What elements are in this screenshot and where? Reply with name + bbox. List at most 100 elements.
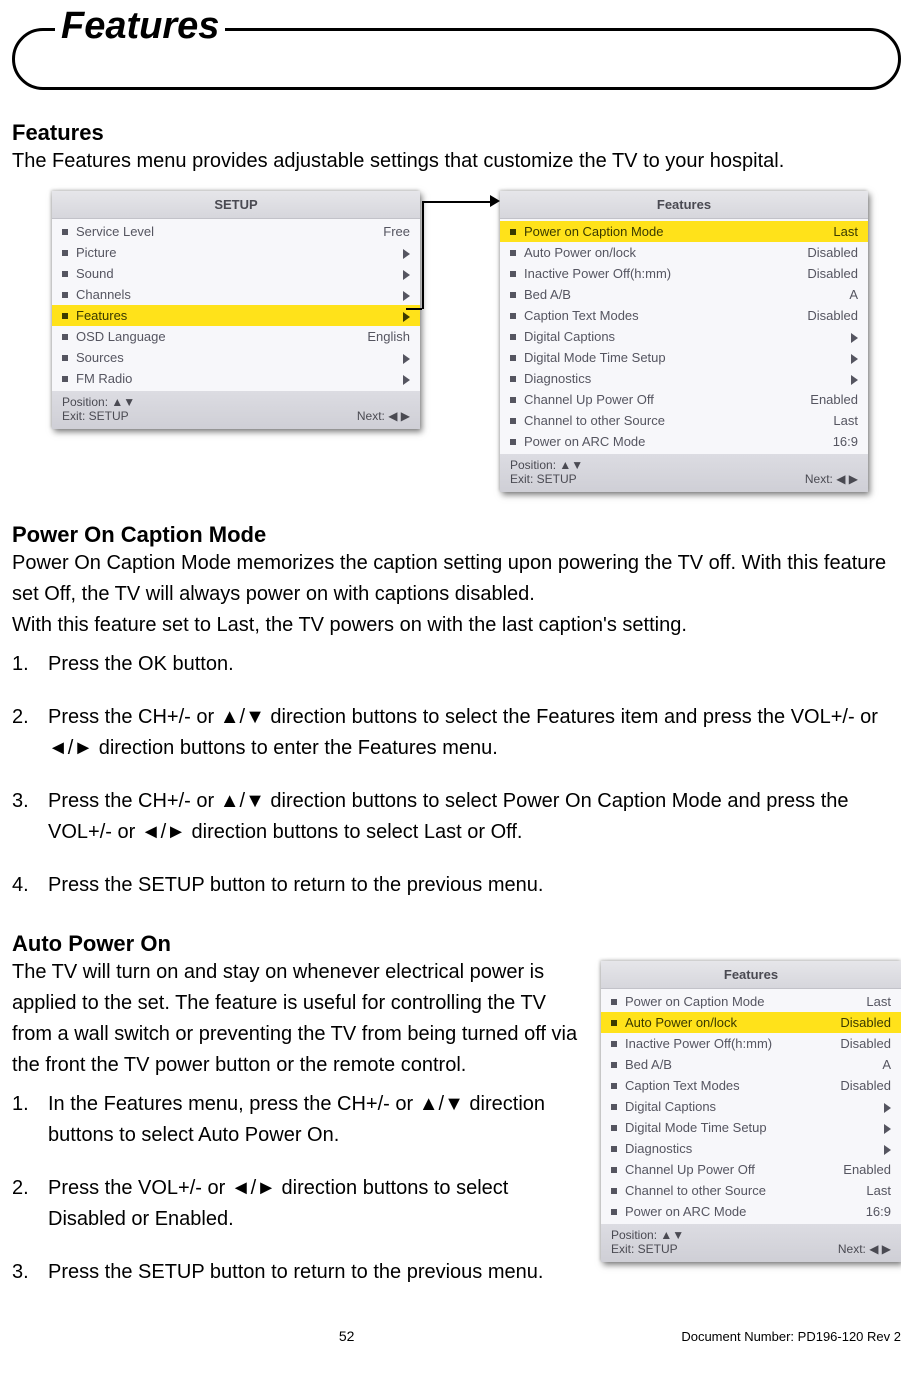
- osd-item: Channel Up Power OffEnabled: [500, 389, 868, 410]
- osd-item-label: Digital Mode Time Setup: [625, 1120, 884, 1135]
- osd-item-value: [884, 1099, 891, 1114]
- osd-item-label: Bed A/B: [625, 1057, 882, 1072]
- osd-item-label: Picture: [76, 245, 403, 260]
- osd-item: Caption Text ModesDisabled: [500, 305, 868, 326]
- chevron-right-icon: [851, 333, 858, 343]
- list-text: Press the SETUP button to return to the …: [48, 1257, 581, 1288]
- osd-item-value: Last: [866, 1183, 891, 1198]
- osd-item-value: A: [849, 287, 858, 302]
- osd-item: Auto Power on/lockDisabled: [500, 242, 868, 263]
- list-text: In the Features menu, press the CH+/- or…: [48, 1089, 581, 1151]
- osd-item-label: Diagnostics: [625, 1141, 884, 1156]
- list-number: 3.: [12, 786, 48, 848]
- osd-item-label: Power on Caption Mode: [625, 994, 866, 1009]
- bullet-icon: [611, 1188, 617, 1194]
- list-number: 2.: [12, 1173, 48, 1235]
- chevron-right-icon: [403, 375, 410, 385]
- bullet-icon: [611, 1146, 617, 1152]
- bullet-icon: [62, 376, 68, 382]
- osd-item-label: Channel to other Source: [625, 1183, 866, 1198]
- osd-item: Channel Up Power OffEnabled: [601, 1159, 901, 1180]
- osd-item: Digital Captions: [601, 1096, 901, 1117]
- osd-item: Digital Mode Time Setup: [601, 1117, 901, 1138]
- osd-item-label: Channels: [76, 287, 403, 302]
- bullet-icon: [62, 271, 68, 277]
- osd-features-list: Power on Caption ModeLastAuto Power on/l…: [601, 989, 901, 1224]
- osd-item: Inactive Power Off(h:mm)Disabled: [601, 1033, 901, 1054]
- bullet-icon: [510, 439, 516, 445]
- osd-item-value: [403, 245, 410, 260]
- page-title: Features: [55, 5, 225, 48]
- osd-item-label: Channel Up Power Off: [625, 1162, 843, 1177]
- osd-item-label: Channel Up Power Off: [524, 392, 810, 407]
- list-text: Press the VOL+/- or ◄/► direction button…: [48, 1173, 581, 1235]
- osd-item-value: Disabled: [807, 266, 858, 281]
- bullet-icon: [62, 355, 68, 361]
- bullet-icon: [611, 1041, 617, 1047]
- list-item: 2. Press the VOL+/- or ◄/► direction but…: [12, 1173, 581, 1235]
- osd-item-value: 16:9: [833, 434, 858, 449]
- chevron-right-icon: [403, 249, 410, 259]
- bullet-icon: [611, 1062, 617, 1068]
- osd-features: Features Power on Caption ModeLastAuto P…: [500, 191, 868, 492]
- section-auto-heading: Auto Power On: [12, 931, 901, 957]
- osd-item: Sound: [52, 263, 420, 284]
- chevron-right-icon: [403, 291, 410, 301]
- bullet-icon: [510, 376, 516, 382]
- osd-item-label: Digital Captions: [625, 1099, 884, 1114]
- osd-footer-position: Position: ▲▼: [62, 395, 135, 409]
- bullet-icon: [510, 313, 516, 319]
- page-footer: 52 Document Number: PD196-120 Rev 2: [12, 1328, 901, 1344]
- bullet-icon: [611, 999, 617, 1005]
- osd-item-value: Disabled: [840, 1015, 891, 1030]
- osd-item-value: A: [882, 1057, 891, 1072]
- bullet-icon: [611, 1104, 617, 1110]
- osd-item-label: Auto Power on/lock: [524, 245, 807, 260]
- osd-item: Auto Power on/lockDisabled: [601, 1012, 901, 1033]
- osd-item-label: OSD Language: [76, 329, 367, 344]
- osd-item-value: [884, 1120, 891, 1135]
- osd-item: Power on ARC Mode16:9: [601, 1201, 901, 1222]
- bullet-icon: [510, 292, 516, 298]
- osd-features-footer: Position: ▲▼ Exit: SETUP Next: ◀ ▶: [500, 454, 868, 492]
- osd-features-footer: Position: ▲▼ Exit: SETUP Next: ◀ ▶: [601, 1224, 901, 1262]
- list-item: 1. In the Features menu, press the CH+/-…: [12, 1089, 581, 1151]
- bullet-icon: [510, 418, 516, 424]
- osd-item-label: Sources: [76, 350, 403, 365]
- list-text: Press the CH+/- or ▲/▼ direction buttons…: [48, 702, 901, 764]
- list-item: 4. Press the SETUP button to return to t…: [12, 870, 901, 901]
- bullet-icon: [510, 355, 516, 361]
- osd-setup-list: Service LevelFreePictureSoundChannelsFea…: [52, 219, 420, 391]
- section-features-heading: Features: [12, 120, 901, 146]
- osd-item: Features: [52, 305, 420, 326]
- osd-item-label: Bed A/B: [524, 287, 849, 302]
- osd-item-value: Disabled: [840, 1036, 891, 1051]
- osd-row: SETUP Service LevelFreePictureSoundChann…: [52, 191, 901, 492]
- list-number: 3.: [12, 1257, 48, 1288]
- osd-item: Channels: [52, 284, 420, 305]
- osd-item: Digital Captions: [500, 326, 868, 347]
- osd-item-value: Disabled: [840, 1078, 891, 1093]
- osd-features-auto: Features Power on Caption ModeLastAuto P…: [601, 961, 901, 1262]
- osd-item: Inactive Power Off(h:mm)Disabled: [500, 263, 868, 284]
- bullet-icon: [62, 229, 68, 235]
- osd-item-value: Last: [866, 994, 891, 1009]
- osd-footer-exit: Exit: SETUP: [510, 472, 577, 486]
- osd-item: Power on Caption ModeLast: [500, 221, 868, 242]
- osd-item-value: Disabled: [807, 308, 858, 323]
- bullet-icon: [611, 1020, 617, 1026]
- bullet-icon: [611, 1083, 617, 1089]
- bullet-icon: [510, 334, 516, 340]
- chevron-right-icon: [884, 1103, 891, 1113]
- osd-footer-next: Next: ◀ ▶: [838, 1242, 891, 1256]
- osd-item-value: Enabled: [810, 392, 858, 407]
- osd-item-value: [403, 287, 410, 302]
- osd-item-label: Digital Mode Time Setup: [524, 350, 851, 365]
- osd-footer-next: Next: ◀ ▶: [805, 472, 858, 486]
- title-cartouche: Features: [12, 28, 901, 90]
- list-text: Press the SETUP button to return to the …: [48, 870, 901, 901]
- osd-item: Power on Caption ModeLast: [601, 991, 901, 1012]
- osd-item: Picture: [52, 242, 420, 263]
- osd-item-value: [403, 308, 410, 323]
- osd-setup-footer: Position: ▲▼ Exit: SETUP Next: ◀ ▶: [52, 391, 420, 429]
